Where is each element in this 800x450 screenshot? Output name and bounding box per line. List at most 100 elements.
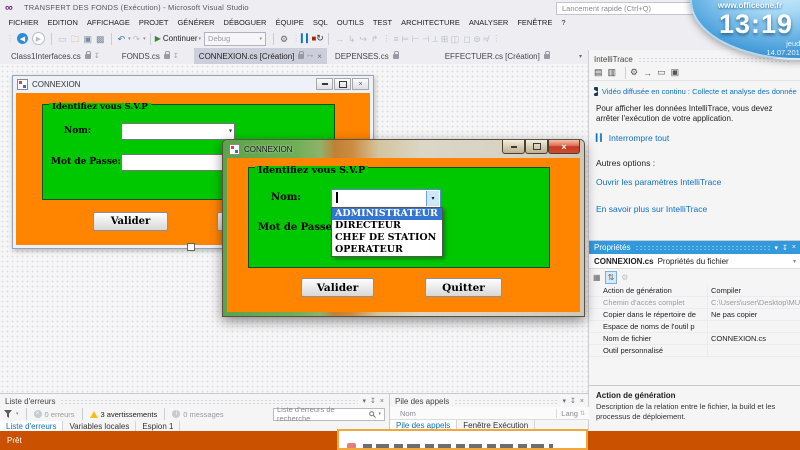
menu-item-test[interactable]: TEST (368, 18, 396, 27)
maximize-button[interactable] (525, 140, 548, 154)
error-search-input[interactable]: Liste d'erreurs de recherche ▾ (273, 408, 385, 421)
undo-icon[interactable]: ↶ (118, 32, 126, 46)
menu-item-aide[interactable]: ? (557, 18, 570, 27)
window-position-icon[interactable]: ▾ (363, 397, 367, 405)
menu-item-equipe[interactable]: ÉQUIPE (271, 18, 308, 27)
close-icon[interactable]: × (792, 244, 796, 251)
tab-effectuer[interactable]: EFFECTUER.cs [Création] (440, 48, 555, 64)
dropdown-option-chef-de-station[interactable]: CHEF DE STATION (332, 232, 442, 244)
clock-time: 13:19 (704, 9, 800, 40)
tab-depenses[interactable]: DEPENSES.cs (330, 48, 404, 64)
step-out-icon[interactable]: ↱ (371, 32, 379, 46)
call-stack-header[interactable]: Pile des appels ▾ ↧ × (390, 395, 589, 407)
debug-configuration-dropdown[interactable]: Debug▾ (204, 32, 266, 46)
menu-item-sql[interactable]: SQL (308, 18, 332, 27)
menu-item-fichier[interactable]: FICHIER (4, 18, 43, 27)
quitter-button[interactable]: Quitter (425, 278, 502, 297)
dropdown-option-operateur[interactable]: OPERATEUR (332, 244, 442, 256)
close-tab-icon[interactable]: × (317, 52, 322, 61)
properties-panel-header[interactable]: Propriétés ▾ ↧ × (589, 241, 800, 254)
properties-object-dropdown[interactable]: CONNEXION.cs Propriétés du fichier ▾ (589, 254, 800, 269)
video-row[interactable]: ▶ Vidéo diffusée en continu : Collecte e… (594, 87, 796, 96)
property-row[interactable]: Outil personnalisé (589, 345, 800, 357)
alphabetical-sort-icon[interactable]: ⇅ (605, 271, 618, 284)
navigate-forward-icon[interactable]: ▶ (32, 32, 45, 45)
video-link[interactable]: Vidéo diffusée en continu : Collecte et … (602, 87, 797, 96)
property-pages-icon[interactable]: ⚙ (621, 273, 628, 282)
designer-resize-handle[interactable] (187, 243, 195, 251)
save-all-icon[interactable]: ▩ (96, 32, 105, 46)
name-combobox[interactable]: ▾ (331, 189, 441, 208)
step-over-icon[interactable]: ↪ (359, 32, 367, 46)
close-button[interactable]: × (548, 140, 580, 154)
menu-item-deboguer[interactable]: DÉBOGUER (219, 18, 271, 27)
window-position-icon[interactable]: ▾ (563, 397, 567, 405)
window-icon[interactable]: ▭ (657, 67, 666, 78)
maximize-button[interactable] (334, 78, 351, 90)
pause-icon[interactable]: ▎▎ (301, 34, 311, 43)
property-row[interactable]: Copier dans le répertoire de Ne pas copi… (589, 309, 800, 321)
goto-icon[interactable]: → (643, 68, 652, 78)
minimize-button[interactable] (502, 140, 525, 154)
new-file-icon[interactable]: ▭ (58, 32, 67, 46)
dropdown-option-directeur[interactable]: DIRECTEUR (332, 220, 442, 232)
continue-button[interactable]: Continuer (163, 34, 198, 43)
restart-icon[interactable]: ↻ (316, 33, 324, 44)
designer-name-combobox[interactable]: ▾ (121, 123, 235, 140)
menu-item-edition[interactable]: EDITION (43, 18, 82, 27)
calls-view-icon[interactable]: ▥ (608, 67, 617, 78)
show-next-statement-icon[interactable]: → (335, 32, 344, 46)
attach-process-icon[interactable]: ⚙ (280, 32, 288, 46)
pin-icon[interactable]: ↧ (782, 244, 788, 252)
column-nom[interactable]: Nom (390, 409, 416, 418)
dock-icon: ↦ (307, 52, 313, 60)
break-all-link[interactable]: ▎▎ Interrompre tout (596, 133, 794, 143)
menu-item-architecture[interactable]: ARCHITECTURE (397, 18, 465, 27)
valider-button[interactable]: Valider (301, 278, 374, 297)
pin-icon[interactable]: ↧ (570, 397, 576, 405)
groupbox-title: Identifiez vous S.V.P (255, 166, 368, 175)
categorized-icon[interactable]: ▦ (593, 273, 601, 282)
tab-fonds[interactable]: FONDS.cs ↧ (117, 48, 184, 64)
save-icon[interactable]: ▣ (84, 32, 93, 46)
property-row[interactable]: Chemin d'accès complet C:\Users\user\Des… (589, 297, 800, 309)
column-langue[interactable]: Lang ⇅ (556, 409, 589, 418)
errors-count[interactable]: 0 erreurs (45, 410, 75, 419)
window-position-icon[interactable]: ▾ (775, 244, 779, 252)
menu-item-analyser[interactable]: ANALYSER (464, 18, 512, 27)
settings-gear-icon[interactable]: ⚙ (630, 67, 638, 78)
filter-icon[interactable] (4, 410, 12, 418)
step-into-icon[interactable]: ↳ (348, 32, 356, 46)
clipped-notification-popup[interactable] (337, 429, 588, 450)
learn-more-link[interactable]: En savoir plus sur IntelliTrace (596, 204, 794, 214)
property-row[interactable]: Espace de noms de l'outil p (589, 321, 800, 333)
menu-item-generer[interactable]: GÉNÉRER (173, 18, 219, 27)
property-row[interactable]: Nom de fichier CONNEXION.cs (589, 333, 800, 345)
open-file-icon[interactable]: 🗀 (71, 32, 80, 46)
property-row[interactable]: Action de génération Compiler (589, 285, 800, 297)
close-button[interactable]: × (352, 78, 369, 90)
combobox-dropdown-button[interactable]: ▾ (426, 191, 439, 206)
designer-password-textbox[interactable] (121, 154, 235, 171)
running-connexion-window[interactable]: CONNEXION × Identifiez vous S.V.P Nom: ▾… (222, 139, 585, 317)
pin-icon[interactable]: ↧ (370, 397, 376, 405)
designer-valider-button[interactable]: Valider (93, 212, 168, 231)
menu-item-projet[interactable]: PROJET (134, 18, 173, 27)
redo-icon[interactable]: ↷ (133, 32, 141, 46)
events-view-icon[interactable]: ▤ (594, 67, 603, 78)
tab-connexion-active[interactable]: CONNEXION.cs [Création] ↦ × (194, 48, 327, 64)
messages-count[interactable]: 0 messages (183, 410, 223, 419)
warnings-count[interactable]: 3 avertissements (101, 410, 158, 419)
save-icon[interactable]: ▣ (671, 67, 680, 78)
open-intellitrace-settings-link[interactable]: Ouvrir les paramètres IntelliTrace (596, 177, 794, 187)
navigate-back-icon[interactable]: ◀ (17, 33, 28, 44)
menu-item-fenetre[interactable]: FENÊTRE (513, 18, 557, 27)
close-icon[interactable]: × (380, 398, 384, 405)
tab-overflow-chevron[interactable]: ▾ (579, 53, 582, 60)
dropdown-option-administrateur[interactable]: ADMINISTRATEUR (332, 208, 442, 220)
close-icon[interactable]: × (580, 398, 584, 405)
menu-item-outils[interactable]: OUTILS (332, 18, 368, 27)
minimize-button[interactable] (316, 78, 333, 90)
menu-item-affichage[interactable]: AFFICHAGE (82, 18, 134, 27)
tab-class1interfaces[interactable]: Class1Interfaces.cs ↧ (6, 48, 105, 64)
